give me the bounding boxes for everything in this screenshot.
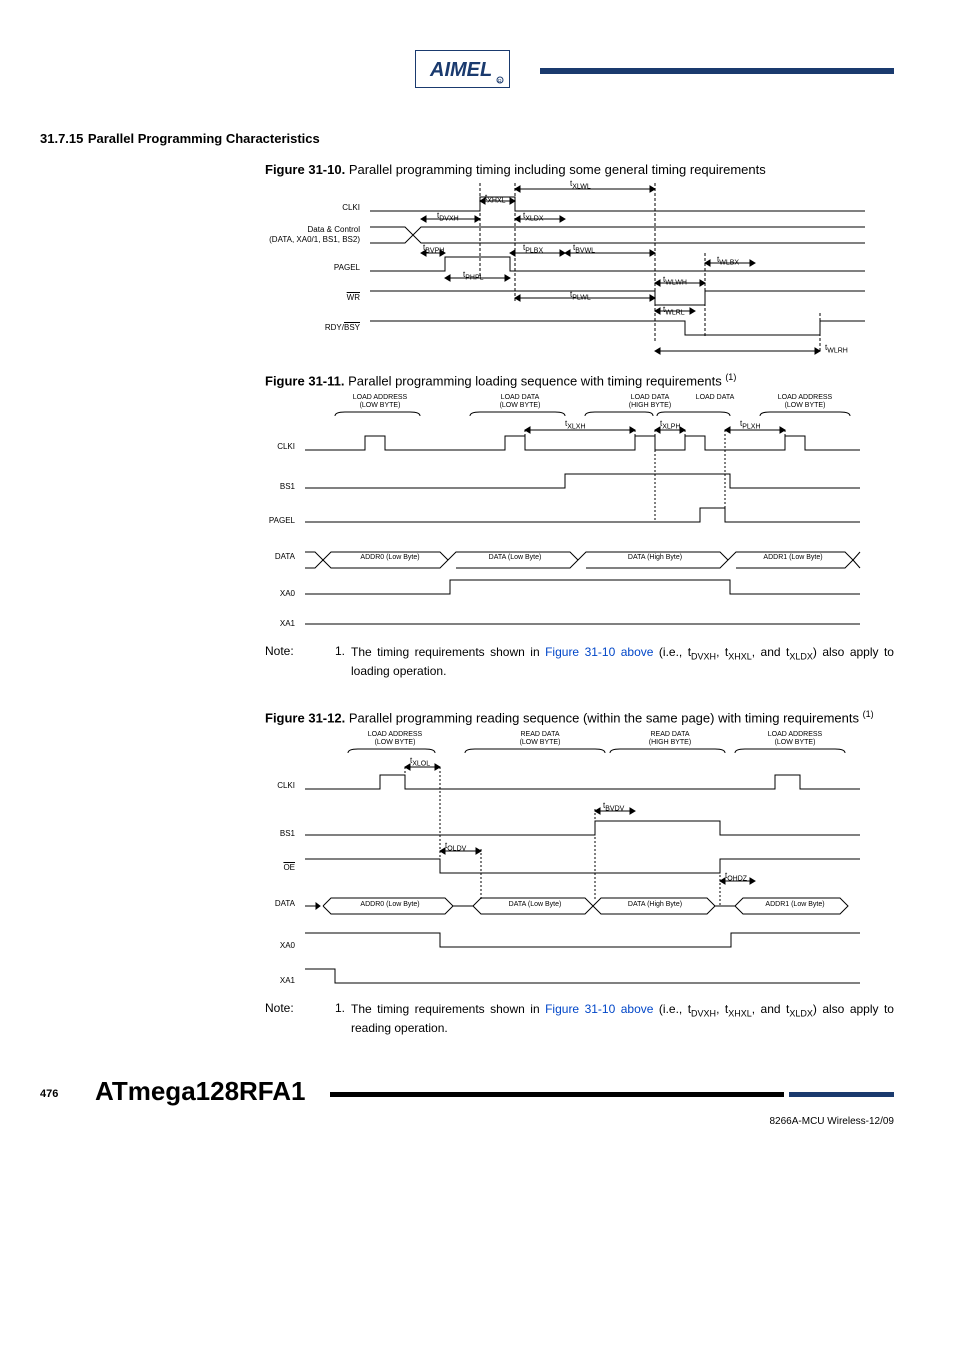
section-number: 31.7.15 [40, 131, 83, 146]
footer-rule-accent [789, 1092, 894, 1097]
figure-12-caption: Figure 31-12. Parallel programming readi… [265, 709, 894, 725]
page-number: 476 [40, 1088, 58, 1100]
figure-12-note: Note: 1. The timing requirements shown i… [265, 1001, 894, 1036]
footer-rule [330, 1092, 784, 1097]
atmel-logo: AIMEL R [415, 50, 510, 93]
figure-11-caption: Figure 31-11. Parallel programming loadi… [265, 372, 894, 388]
link-figure-31-10[interactable]: Figure 31-10 above [545, 1002, 653, 1016]
page-footer: 476 ATmega128RFA1 8266A-MCU Wireless-12/… [40, 1076, 894, 1136]
section-title: Parallel Programming Characteristics [88, 131, 320, 146]
page-header: AIMEL R [40, 50, 894, 105]
document-id: 8266A-MCU Wireless-12/09 [770, 1116, 895, 1127]
document-name: ATmega128RFA1 [95, 1076, 306, 1107]
figure-12-diagram: LOAD ADDRESS(LOW BYTE) READ DATA(LOW BYT… [265, 731, 865, 991]
figure-10-caption: Figure 31-10. Parallel programming timin… [265, 162, 894, 177]
svg-text:R: R [498, 79, 502, 85]
figure-11-diagram: LOAD ADDRESS(LOW BYTE) LOAD DATA(LOW BYT… [265, 394, 865, 634]
figure-11-note: Note: 1. The timing requirements shown i… [265, 644, 894, 679]
header-rule [540, 68, 894, 74]
svg-text:AIMEL: AIMEL [429, 59, 492, 81]
figure-10-diagram: CLKI Data & Control (DATA, XA0/1, BS1, B… [265, 183, 865, 358]
link-figure-31-10[interactable]: Figure 31-10 above [545, 645, 653, 659]
section-heading: 31.7.15 Parallel Programming Characteris… [40, 130, 894, 148]
